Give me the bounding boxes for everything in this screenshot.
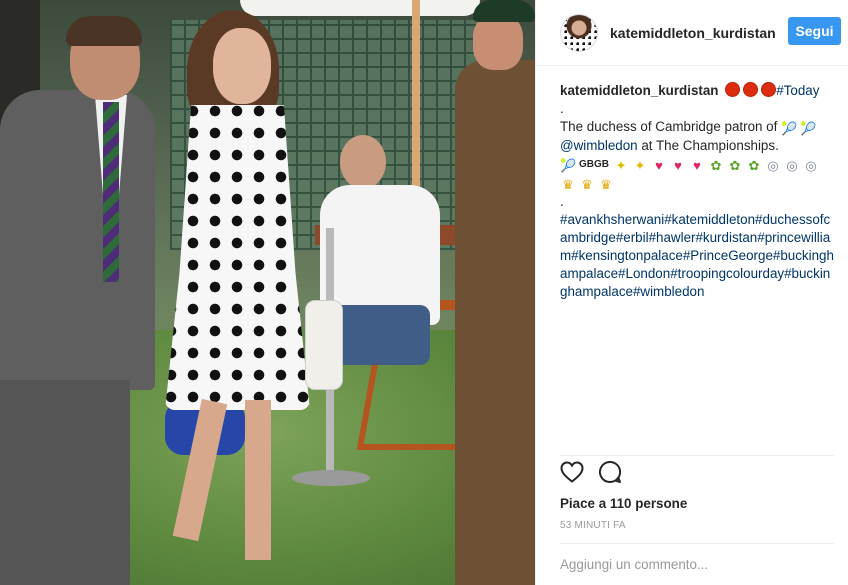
post-sidebar: katemiddleton_kurdistan Segui katemiddle… — [535, 0, 848, 585]
ring-icon: ◎ — [786, 158, 798, 173]
avatar[interactable] — [560, 13, 598, 52]
comment-input[interactable] — [560, 557, 834, 572]
tennis-racquet-icon: 🎾 — [781, 121, 798, 136]
red-circle-icon — [761, 82, 777, 97]
woman-polka-dot-dress — [165, 10, 343, 570]
post-timestamp[interactable]: 53 MINUTI FA — [560, 520, 834, 531]
ring-icon: ◎ — [805, 158, 817, 173]
post-caption: katemiddleton_kurdistan #Today . The duc… — [536, 66, 848, 446]
follow-button[interactable]: Segui — [788, 17, 841, 45]
caption-separator-2: . — [560, 194, 564, 209]
like-count[interactable]: Piace a 110 persone — [560, 496, 834, 511]
sparkles-icon: ✦ — [615, 158, 627, 173]
caption-text-1: The duchess of Cambridge patron of — [560, 119, 778, 134]
comment-icon[interactable] — [598, 460, 622, 484]
bouquet-icon: ✿ — [710, 158, 722, 173]
caption-separator: . — [560, 101, 564, 116]
ring-icon: ◎ — [767, 158, 779, 173]
emoji-row: 🎾 GBGB ✦ ✦ ♥ ♥ ♥ ✿ ✿ ✿ ◎ ◎ ◎ — [560, 155, 836, 174]
red-circle-icon — [743, 82, 759, 97]
bouquet-icon: ✿ — [748, 158, 760, 173]
heart-icon: ♥ — [674, 158, 682, 173]
comment-box — [560, 543, 834, 585]
heart-icon: ♥ — [655, 158, 663, 173]
caption-text-2: at The Championships. — [641, 138, 779, 153]
heart-outline-icon[interactable] — [560, 461, 584, 483]
bouquet-icon: ✿ — [729, 158, 741, 173]
post-header: katemiddleton_kurdistan Segui — [536, 0, 848, 66]
tennis-racquet-icon: 🎾 — [560, 158, 577, 173]
caption-username[interactable]: katemiddleton_kurdistan — [560, 83, 719, 98]
flag-gb-icon: GBGB — [579, 159, 609, 170]
post-actions: Piace a 110 persone 53 MINUTI FA — [560, 455, 834, 531]
crown-icon: ♛ — [562, 177, 574, 192]
mention-wimbledon[interactable]: @wimbledon — [560, 138, 638, 153]
post-photo[interactable] — [0, 0, 535, 585]
red-circle-emojis — [725, 82, 777, 97]
hashtag-today[interactable]: #Today — [776, 83, 819, 98]
sparkles-icon: ✦ — [634, 158, 646, 173]
tennis-racquet-icon: 🎾 — [800, 121, 817, 136]
crown-row: ♛ ♛ ♛ — [560, 174, 836, 193]
crown-icon: ♛ — [581, 177, 593, 192]
soldier-in-uniform — [455, 0, 535, 585]
crown-icon: ♛ — [600, 177, 612, 192]
man-in-suit — [0, 16, 155, 585]
red-circle-icon — [725, 82, 741, 97]
hashtag-list[interactable]: #avankhsherwani#katemiddleton#duchessofc… — [560, 211, 836, 301]
heart-icon: ♥ — [693, 158, 701, 173]
